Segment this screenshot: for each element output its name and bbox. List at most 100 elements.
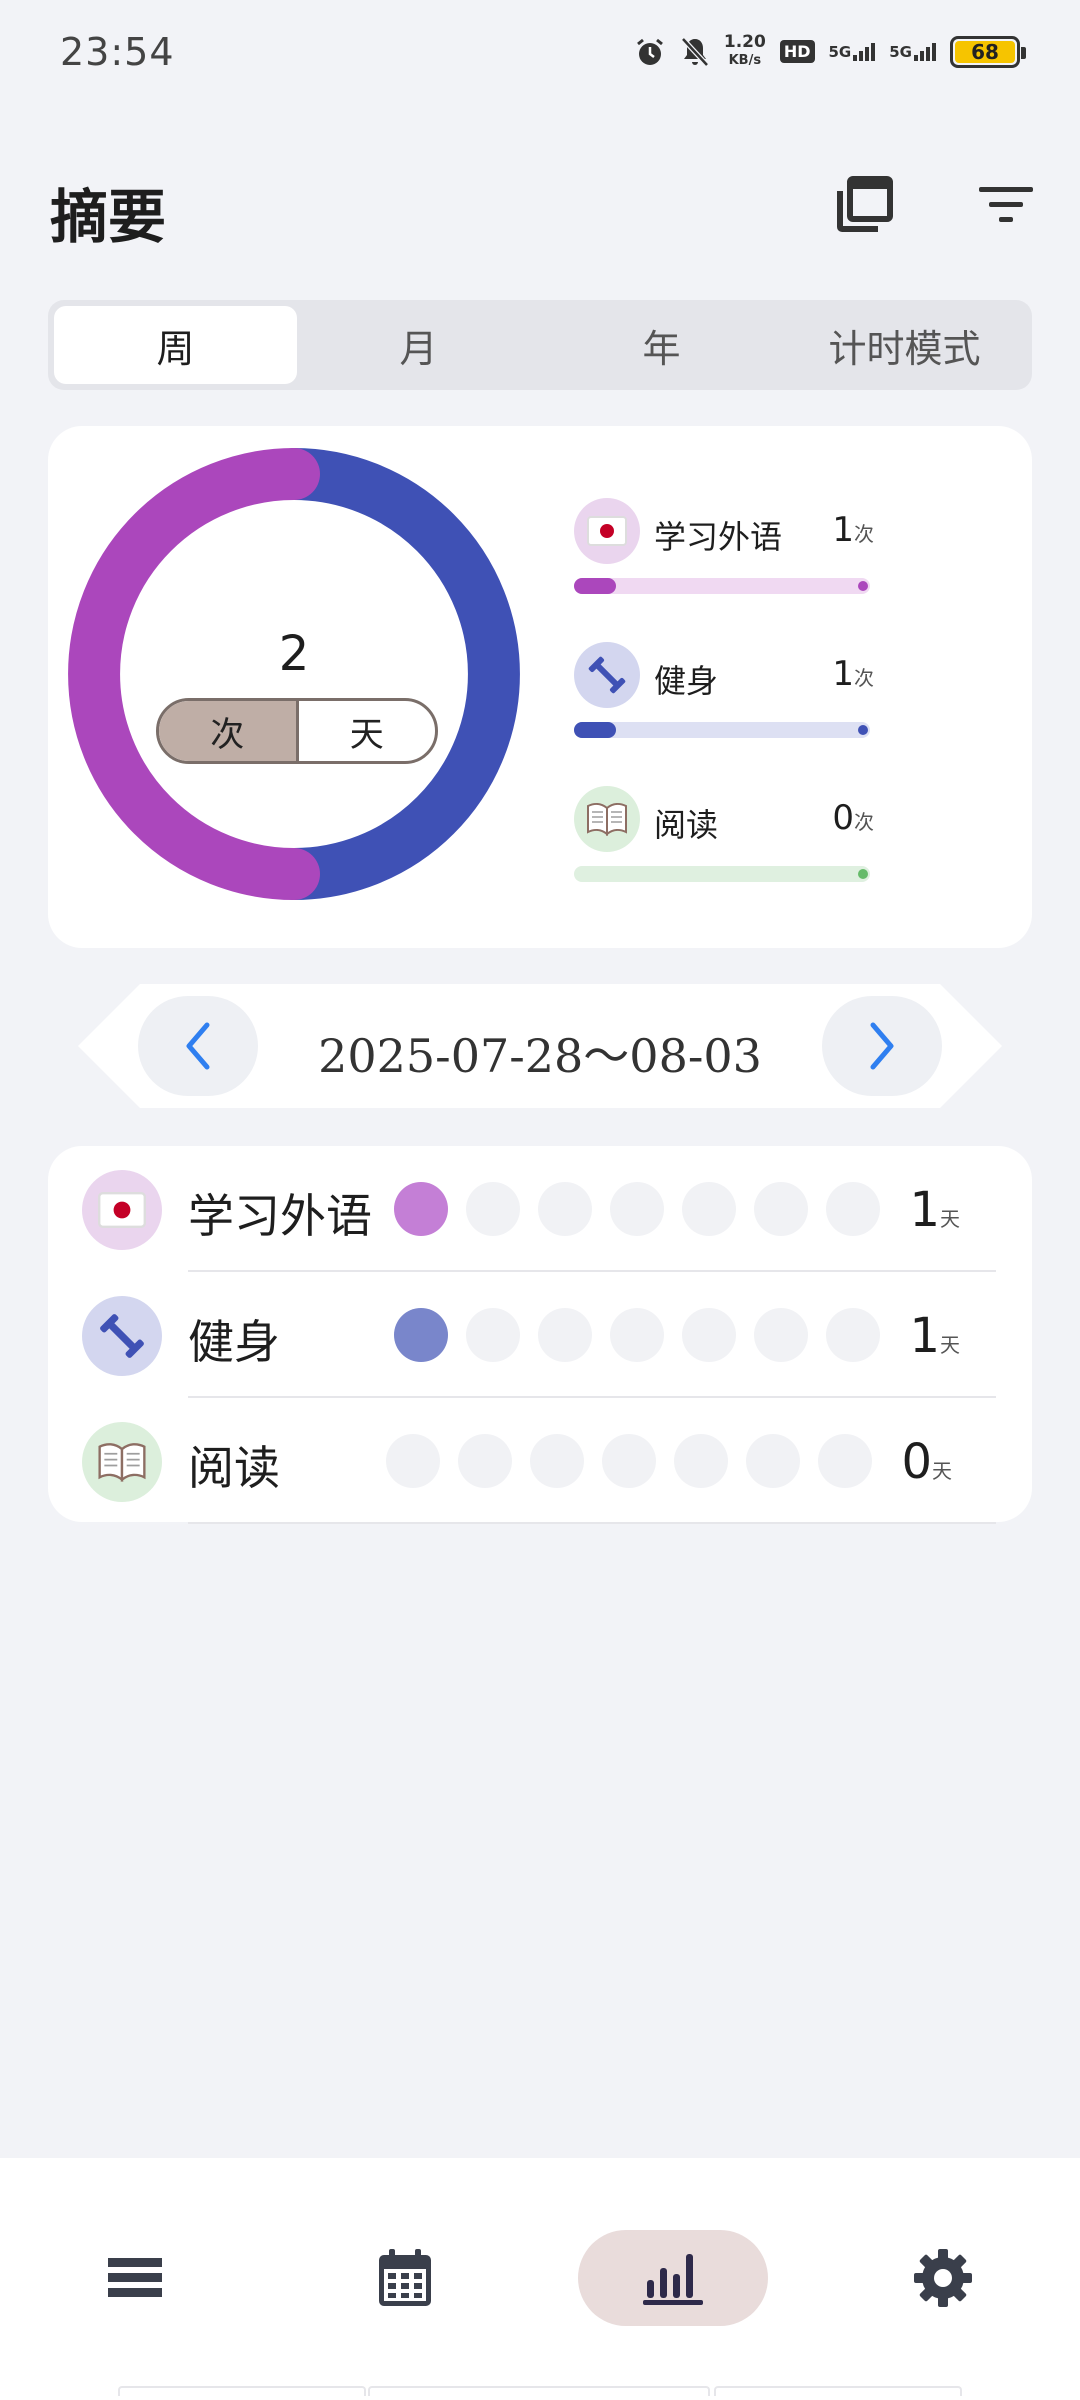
legend-progress-track	[574, 578, 870, 594]
copy-button[interactable]	[824, 165, 904, 245]
book-icon	[574, 786, 640, 852]
week-dots	[394, 1308, 880, 1362]
habit-name: 阅读	[188, 1441, 280, 1495]
nav-statistics[interactable]	[578, 2230, 768, 2326]
legend-progress-fill	[574, 722, 616, 738]
speed-value: 1.20	[723, 32, 766, 52]
unit-times-option[interactable]: 次	[159, 701, 299, 761]
day-dot[interactable]	[818, 1434, 872, 1488]
chevron-right-icon	[870, 1022, 894, 1070]
dumbbell-icon	[574, 642, 640, 708]
unit-toggle: 次 天	[156, 698, 438, 764]
alarm-icon	[634, 36, 666, 68]
day-dot[interactable]	[674, 1434, 728, 1488]
status-bar: 23:54 1.20 KB/s HD 5G 5G 68	[0, 0, 1080, 110]
habit-name: 学习外语	[188, 1189, 372, 1243]
signal-icon: 5G	[889, 42, 936, 61]
day-dot[interactable]	[458, 1434, 512, 1488]
status-time: 23:54	[60, 30, 175, 74]
day-dot[interactable]	[682, 1308, 736, 1362]
status-icons: 1.20 KB/s HD 5G 5G 68	[634, 34, 1026, 69]
page-title: 摘要	[50, 183, 167, 251]
tab-week[interactable]: 周	[54, 306, 297, 384]
legend-item[interactable]: 健身 1次	[574, 642, 874, 742]
bar-chart-icon	[643, 2254, 703, 2305]
habit-day-count: 1天	[909, 1308, 960, 1364]
legend-progress-end	[858, 581, 868, 591]
nav-calendar[interactable]	[310, 2230, 500, 2326]
day-dot[interactable]	[746, 1434, 800, 1488]
week-dots	[386, 1434, 872, 1488]
next-week-button[interactable]	[822, 996, 942, 1096]
tab-month[interactable]: 月	[297, 306, 540, 384]
day-dot[interactable]	[466, 1308, 520, 1362]
divider	[188, 1522, 996, 1524]
day-dot[interactable]	[610, 1182, 664, 1236]
legend-count: 1次	[832, 654, 874, 694]
signal-icon: 5G	[828, 42, 876, 61]
speed-unit: KB/s	[728, 53, 762, 68]
japan-flag-icon	[82, 1170, 162, 1250]
battery-icon: 68	[950, 35, 1026, 68]
day-dot[interactable]	[466, 1182, 520, 1236]
legend-item[interactable]: 阅读 0次	[574, 786, 874, 886]
day-dot[interactable]	[386, 1434, 440, 1488]
summary-card: 2 次 天 学习外语 1次 健身 1次 阅读 0次	[48, 426, 1032, 948]
legend-progress-end	[858, 869, 868, 879]
legend-progress-track	[574, 866, 870, 882]
unit-days-option[interactable]: 天	[299, 701, 436, 761]
battery-level: 68	[955, 40, 1015, 64]
legend-progress-track	[574, 722, 870, 738]
filter-icon	[979, 187, 1033, 222]
mute-icon	[680, 36, 710, 68]
legend-label: 学习外语	[654, 518, 783, 556]
date-navigator: 2025-07-28～08-03	[78, 984, 1002, 1108]
japan-flag-icon	[574, 498, 640, 564]
day-dot[interactable]	[610, 1308, 664, 1362]
gesture-bar	[368, 2386, 710, 2396]
habit-day-count: 0天	[901, 1434, 952, 1490]
legend-progress-end	[858, 725, 868, 735]
net-speed: 1.20 KB/s	[724, 34, 766, 69]
bottom-navigation	[0, 2158, 1080, 2400]
hd-icon: HD	[779, 40, 815, 63]
day-dot[interactable]	[530, 1434, 584, 1488]
legend-label: 健身	[654, 662, 719, 700]
nav-settings[interactable]	[848, 2230, 1038, 2326]
net-type-1: 5G	[828, 42, 852, 61]
list-item[interactable]: 学习外语 1天	[48, 1146, 1032, 1272]
legend-count: 0次	[832, 798, 874, 838]
day-dot-done[interactable]	[394, 1182, 448, 1236]
gesture-bar	[118, 2386, 366, 2396]
net-type-2: 5G	[889, 42, 912, 61]
nav-habit-list[interactable]	[40, 2230, 230, 2326]
day-dot[interactable]	[682, 1182, 736, 1236]
tab-timer-mode[interactable]: 计时模式	[783, 306, 1026, 384]
copy-icon	[837, 176, 893, 232]
dumbbell-icon	[82, 1296, 162, 1376]
day-dot[interactable]	[826, 1182, 880, 1236]
weekly-habit-list: 学习外语 1天 健身 1天 阅读 0天	[48, 1146, 1032, 1524]
day-dot[interactable]	[754, 1182, 808, 1236]
legend-count: 1次	[832, 510, 874, 550]
legend-item[interactable]: 学习外语 1次	[574, 498, 874, 598]
day-dot[interactable]	[826, 1308, 880, 1362]
legend-progress-fill	[574, 578, 616, 594]
week-dots	[394, 1182, 880, 1236]
day-dot[interactable]	[602, 1434, 656, 1488]
filter-button[interactable]	[966, 165, 1046, 245]
day-dot[interactable]	[538, 1308, 592, 1362]
total-count: 2	[278, 626, 310, 682]
list-item[interactable]: 健身 1天	[48, 1272, 1032, 1398]
gear-icon	[914, 2249, 972, 2307]
habit-name: 健身	[188, 1315, 280, 1369]
tab-year[interactable]: 年	[540, 306, 783, 384]
habit-day-count: 1天	[909, 1182, 960, 1238]
calendar-icon	[379, 2249, 431, 2306]
list-item[interactable]: 阅读 0天	[48, 1398, 1032, 1524]
legend-label: 阅读	[654, 806, 719, 844]
day-dot[interactable]	[754, 1308, 808, 1362]
day-dot[interactable]	[538, 1182, 592, 1236]
list-icon	[108, 2258, 162, 2297]
day-dot-done[interactable]	[394, 1308, 448, 1362]
